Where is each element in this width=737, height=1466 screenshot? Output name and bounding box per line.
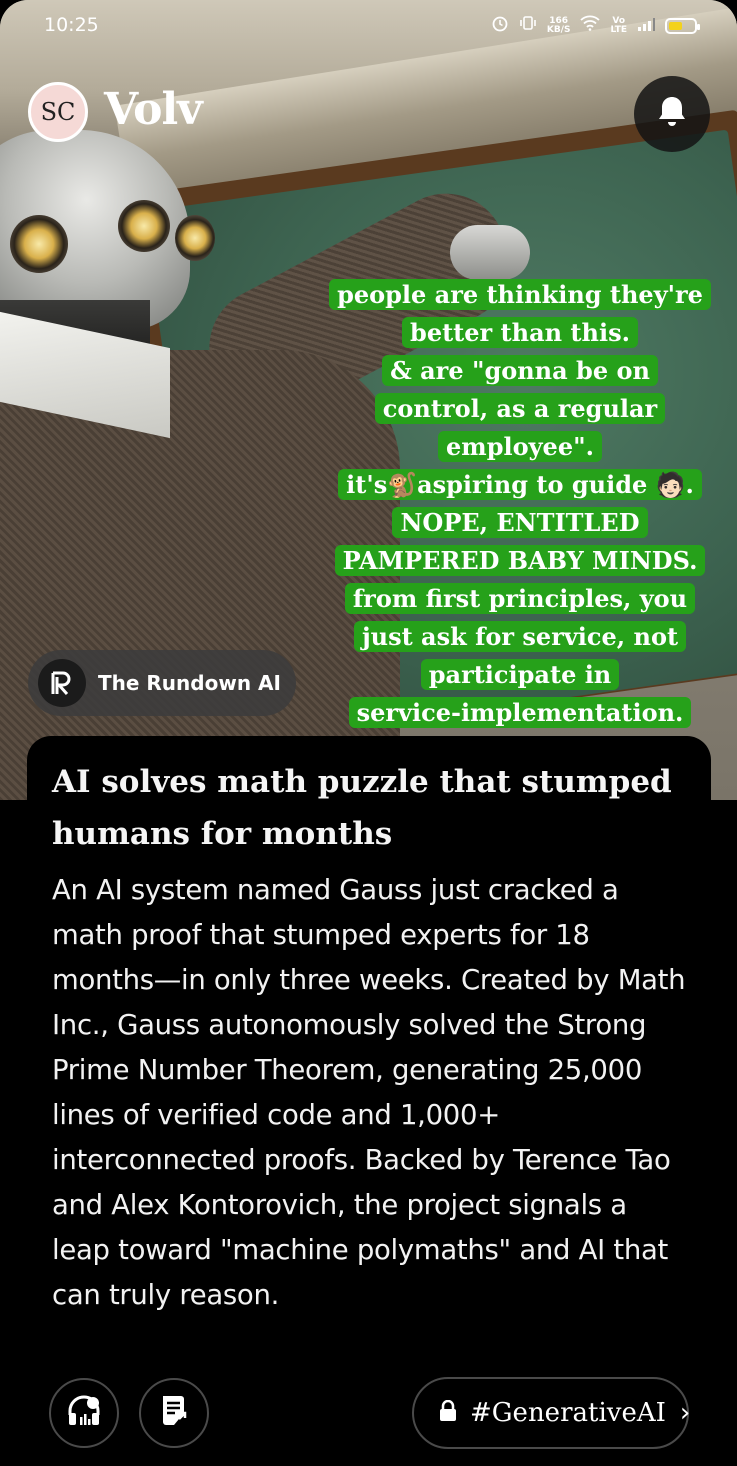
comment-line-text: people are thinking they're [329,279,711,310]
comment-line-text: & are "gonna be on [382,355,658,386]
status-time: 10:25 [44,14,99,36]
battery-level [669,21,682,30]
comment-line: & are "gonna be on [318,352,722,390]
hero-robot-goggle [118,200,170,252]
comment-line-text: NOPE, ENTITLED [392,507,648,538]
status-icons: 166 KB/S Vo LTE [491,14,700,37]
comment-line-text: participate in [420,659,620,690]
document-share-icon [157,1393,191,1433]
volte-label: Vo LTE [610,15,627,35]
comment-line: just ask for service, not [318,618,722,656]
comment-line: PAMPERED BABY MINDS. [318,542,722,580]
source-logo [38,659,86,707]
notifications-button[interactable] [634,76,710,152]
hashtag-chip[interactable]: #GenerativeAI › [412,1377,691,1449]
vibrate-icon [519,14,537,37]
comment-line-text: from first principles, you [344,583,696,614]
source-name: The Rundown AI [98,671,281,695]
signal-icon [637,16,655,36]
comment-line-text: just ask for service, not [353,621,687,652]
profile-avatar[interactable]: SC [28,82,88,142]
comment-line-text: PAMPERED BABY MINDS. [334,545,706,576]
comment-line: better than this. [318,314,722,352]
avatar-initials: SC [40,98,76,126]
comment-overlay: people are thinking they're better than t… [318,276,722,732]
listen-button[interactable] [49,1378,119,1448]
comment-line-text: better than this. [402,317,638,348]
comment-line-text: it's🐒aspiring to guide 🧑🏻. [338,469,702,500]
status-bar: 10:25 166 KB/S Vo LTE [0,0,737,56]
article-body: An AI system named Gauss just cracked a … [52,874,686,1311]
hero-robot-hand [450,225,530,280]
bell-icon [655,94,689,134]
hero-robot-goggle [175,215,215,261]
comment-line-text: service-implementation. [348,697,692,728]
app-logo: Volv [104,84,203,135]
rundown-logo-icon [51,671,71,695]
comment-line-text: employee". [438,431,602,462]
hero-robot-goggle [10,215,68,273]
lock-icon [438,1399,458,1426]
comment-line: NOPE, ENTITLED [318,504,722,542]
comment-line: service-implementation. [318,694,722,732]
wifi-icon [580,15,601,36]
chevron-right-icon: › [679,1398,691,1428]
article-headline: AI solves math puzzle that stumped human… [52,764,672,852]
comment-line: control, as a regular [318,390,722,428]
comment-line: from first principles, you [318,580,722,618]
hashtag-label: #GenerativeAI [470,1398,666,1428]
comment-line: it's🐒aspiring to guide 🧑🏻. [318,466,722,504]
app-screen: 10:25 166 KB/S Vo LTE SC Volv The Rundow… [0,0,737,1466]
comment-line: participate in [318,656,722,694]
alarm-icon [491,14,509,37]
network-speed: 166 KB/S [546,15,571,35]
source-chip[interactable]: The Rundown AI [28,650,296,716]
comment-line: employee". [318,428,722,466]
headphones-icon [64,1391,104,1435]
summary-button[interactable] [139,1378,209,1448]
comment-line: people are thinking they're [318,276,722,314]
battery-icon [665,17,700,34]
comment-line-text: control, as a regular [374,393,666,424]
